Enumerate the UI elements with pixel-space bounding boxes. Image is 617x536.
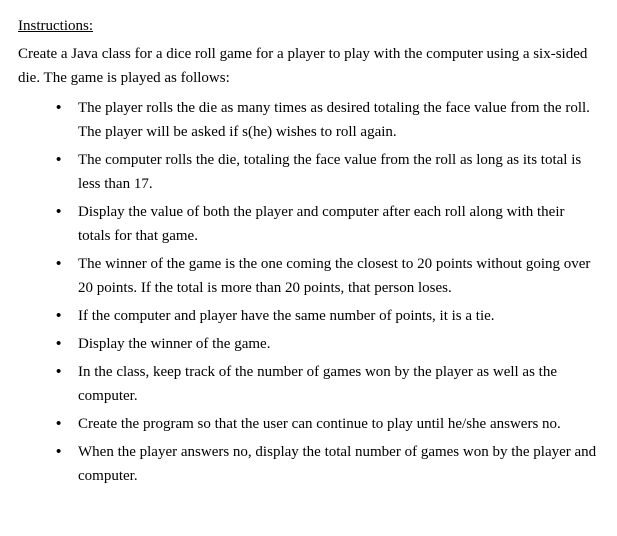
list-item: The computer rolls the die, totaling the… — [56, 148, 599, 196]
list-item: Display the winner of the game. — [56, 332, 599, 356]
instructions-heading: Instructions: — [18, 14, 599, 38]
instructions-list: The player rolls the die as many times a… — [18, 96, 599, 488]
list-item: The player rolls the die as many times a… — [56, 96, 599, 144]
instructions-intro: Create a Java class for a dice roll game… — [18, 42, 599, 90]
list-item: In the class, keep track of the number o… — [56, 360, 599, 408]
list-item: When the player answers no, display the … — [56, 440, 599, 488]
list-item: If the computer and player have the same… — [56, 304, 599, 328]
list-item: Display the value of both the player and… — [56, 200, 599, 248]
list-item: Create the program so that the user can … — [56, 412, 599, 436]
list-item: The winner of the game is the one coming… — [56, 252, 599, 300]
